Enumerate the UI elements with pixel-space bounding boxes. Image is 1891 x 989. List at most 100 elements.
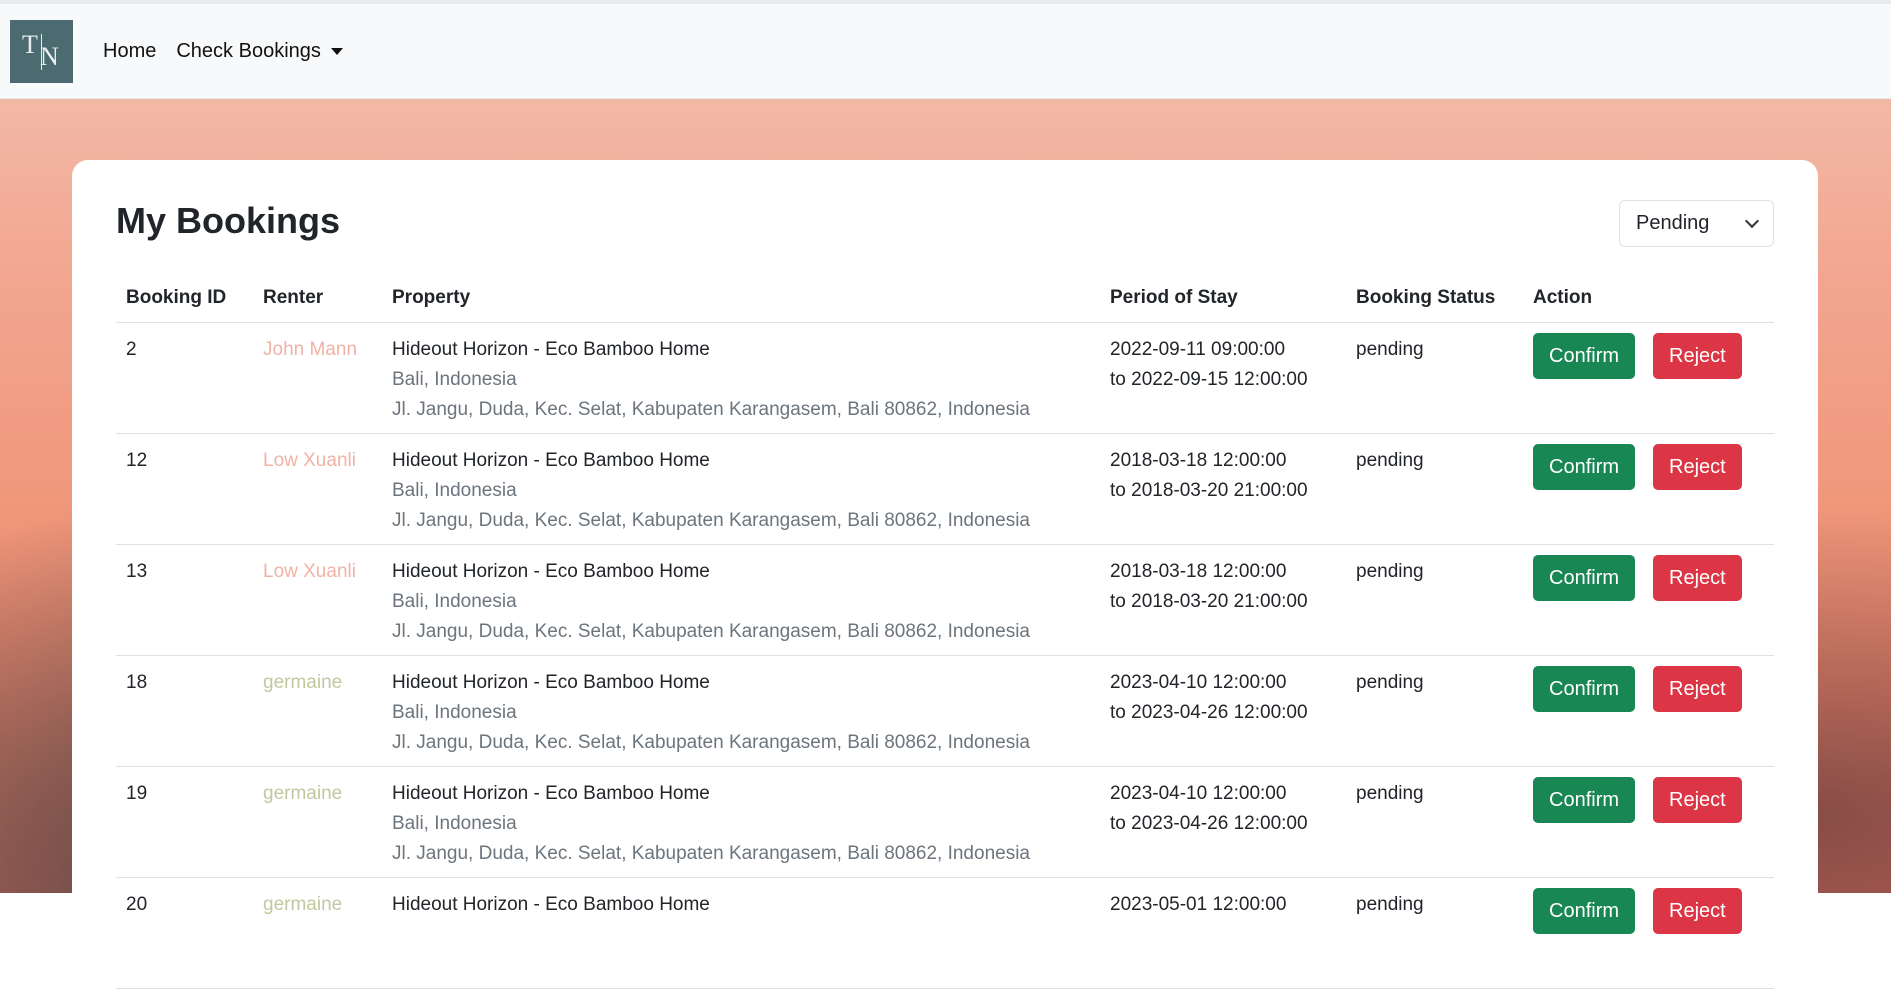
logo-letter-t: T [22, 29, 38, 59]
booking-status: pending [1356, 893, 1424, 915]
cell-renter: germaine [253, 766, 382, 878]
period-to: to 2018-03-20 21:00:00 [1110, 479, 1308, 501]
cell-property: Hideout Horizon - Eco Bamboo Home Bali, … [382, 322, 1100, 434]
cell-booking-id: 12 [116, 433, 253, 545]
period-from: 2018-03-18 12:00:00 [1110, 449, 1287, 471]
table-row: 19 germaine Hideout Horizon - Eco Bamboo… [116, 766, 1774, 878]
renter-link[interactable]: germaine [263, 894, 342, 915]
header-action: Action [1523, 268, 1774, 323]
booking-status: pending [1356, 671, 1424, 693]
cell-property: Hideout Horizon - Eco Bamboo Home Bali, … [382, 433, 1100, 545]
reject-button[interactable]: Reject [1653, 332, 1742, 379]
cell-action: Confirm Reject [1523, 655, 1774, 767]
booking-status: pending [1356, 560, 1424, 582]
header-property: Property [382, 268, 1100, 323]
property-location: Bali, Indonesia [392, 701, 517, 723]
period-to: to 2023-04-26 12:00:00 [1110, 701, 1308, 723]
confirm-button[interactable]: Confirm [1533, 554, 1636, 601]
confirm-button[interactable]: Confirm [1533, 332, 1636, 379]
reject-button[interactable]: Reject [1653, 887, 1742, 934]
cell-period: 2018-03-18 12:00:00 to 2018-03-20 21:00:… [1100, 544, 1346, 656]
caret-down-icon [330, 47, 343, 55]
cell-booking-id: 18 [116, 655, 253, 767]
cell-action: Confirm Reject [1523, 766, 1774, 878]
cell-status: pending [1346, 322, 1523, 434]
confirm-button[interactable]: Confirm [1533, 443, 1636, 490]
period-to: to 2022-09-15 12:00:00 [1110, 368, 1308, 390]
cell-action: Confirm Reject [1523, 877, 1774, 989]
cell-renter: germaine [253, 655, 382, 767]
navbar: T N Home Check Bookings [0, 4, 1891, 99]
cell-status: pending [1346, 655, 1523, 767]
cell-booking-id: 19 [116, 766, 253, 878]
renter-link[interactable]: germaine [263, 672, 342, 693]
property-name: Hideout Horizon - Eco Bamboo Home [392, 893, 710, 915]
cell-period: 2023-04-10 12:00:00 to 2023-04-26 12:00:… [1100, 766, 1346, 878]
table-row: 13 Low Xuanli Hideout Horizon - Eco Bamb… [116, 544, 1774, 656]
status-filter-select[interactable]: Pending [1619, 200, 1774, 247]
header-booking-id: Booking ID [116, 268, 253, 323]
reject-button[interactable]: Reject [1653, 554, 1742, 601]
table-header-row: Booking ID Renter Property Period of Sta… [116, 268, 1774, 323]
cell-period: 2023-05-01 12:00:00 [1100, 877, 1346, 989]
header-renter: Renter [253, 268, 382, 323]
property-location: Bali, Indonesia [392, 812, 517, 834]
reject-button[interactable]: Reject [1653, 443, 1742, 490]
property-name: Hideout Horizon - Eco Bamboo Home [392, 449, 710, 471]
table-row: 18 germaine Hideout Horizon - Eco Bamboo… [116, 655, 1774, 767]
renter-link[interactable]: Low Xuanli [263, 561, 356, 582]
property-name: Hideout Horizon - Eco Bamboo Home [392, 338, 710, 360]
brand-logo[interactable]: T N [10, 19, 73, 83]
cell-period: 2023-04-10 12:00:00 to 2023-04-26 12:00:… [1100, 655, 1346, 767]
cell-action: Confirm Reject [1523, 544, 1774, 656]
nav-home-link[interactable]: Home [103, 40, 156, 63]
property-address: Jl. Jangu, Duda, Kec. Selat, Kabupaten K… [392, 398, 1030, 420]
cell-period: 2018-03-18 12:00:00 to 2018-03-20 21:00:… [1100, 433, 1346, 545]
period-to: to 2023-04-26 12:00:00 [1110, 812, 1308, 834]
logo-letter-n: N [40, 41, 59, 71]
cell-status: pending [1346, 433, 1523, 545]
bookings-table: Booking ID Renter Property Period of Sta… [116, 268, 1774, 989]
card-header: My Bookings Pending [116, 182, 1774, 268]
property-name: Hideout Horizon - Eco Bamboo Home [392, 671, 710, 693]
nav-check-bookings-dropdown[interactable]: Check Bookings [176, 40, 343, 63]
period-from: 2022-09-11 09:00:00 [1110, 338, 1286, 360]
period-from: 2023-04-10 12:00:00 [1110, 782, 1287, 804]
cell-action: Confirm Reject [1523, 433, 1774, 545]
header-period: Period of Stay [1100, 268, 1346, 323]
property-address: Jl. Jangu, Duda, Kec. Selat, Kabupaten K… [392, 842, 1030, 864]
page-title: My Bookings [116, 200, 341, 241]
property-location: Bali, Indonesia [392, 590, 517, 612]
booking-status: pending [1356, 338, 1424, 360]
confirm-button[interactable]: Confirm [1533, 887, 1636, 934]
period-to: to 2018-03-20 21:00:00 [1110, 590, 1308, 612]
status-filter-value: Pending [1636, 212, 1710, 234]
renter-link[interactable]: Low Xuanli [263, 450, 356, 471]
cell-booking-id: 2 [116, 322, 253, 434]
cell-period: 2022-09-11 09:00:00 to 2022-09-15 12:00:… [1100, 322, 1346, 434]
table-row: 12 Low Xuanli Hideout Horizon - Eco Bamb… [116, 433, 1774, 545]
booking-status: pending [1356, 782, 1424, 804]
booking-id: 19 [126, 782, 148, 804]
cell-property: Hideout Horizon - Eco Bamboo Home Bali, … [382, 766, 1100, 878]
period-from: 2023-05-01 12:00:00 [1110, 893, 1287, 915]
period-from: 2018-03-18 12:00:00 [1110, 560, 1287, 582]
reject-button[interactable]: Reject [1653, 776, 1742, 823]
booking-status: pending [1356, 449, 1424, 471]
reject-button[interactable]: Reject [1653, 665, 1742, 712]
renter-link[interactable]: germaine [263, 783, 342, 804]
property-location: Bali, Indonesia [392, 368, 517, 390]
booking-id: 18 [126, 671, 148, 693]
cell-renter: germaine [253, 877, 382, 989]
cell-renter: John Mann [253, 322, 382, 434]
confirm-button[interactable]: Confirm [1533, 776, 1636, 823]
property-name: Hideout Horizon - Eco Bamboo Home [392, 560, 710, 582]
booking-id: 13 [126, 560, 148, 582]
cell-renter: Low Xuanli [253, 544, 382, 656]
property-name: Hideout Horizon - Eco Bamboo Home [392, 782, 710, 804]
cell-booking-id: 13 [116, 544, 253, 656]
cell-status: pending [1346, 766, 1523, 878]
cell-property: Hideout Horizon - Eco Bamboo Home Bali, … [382, 655, 1100, 767]
confirm-button[interactable]: Confirm [1533, 665, 1636, 712]
renter-link[interactable]: John Mann [263, 339, 357, 360]
